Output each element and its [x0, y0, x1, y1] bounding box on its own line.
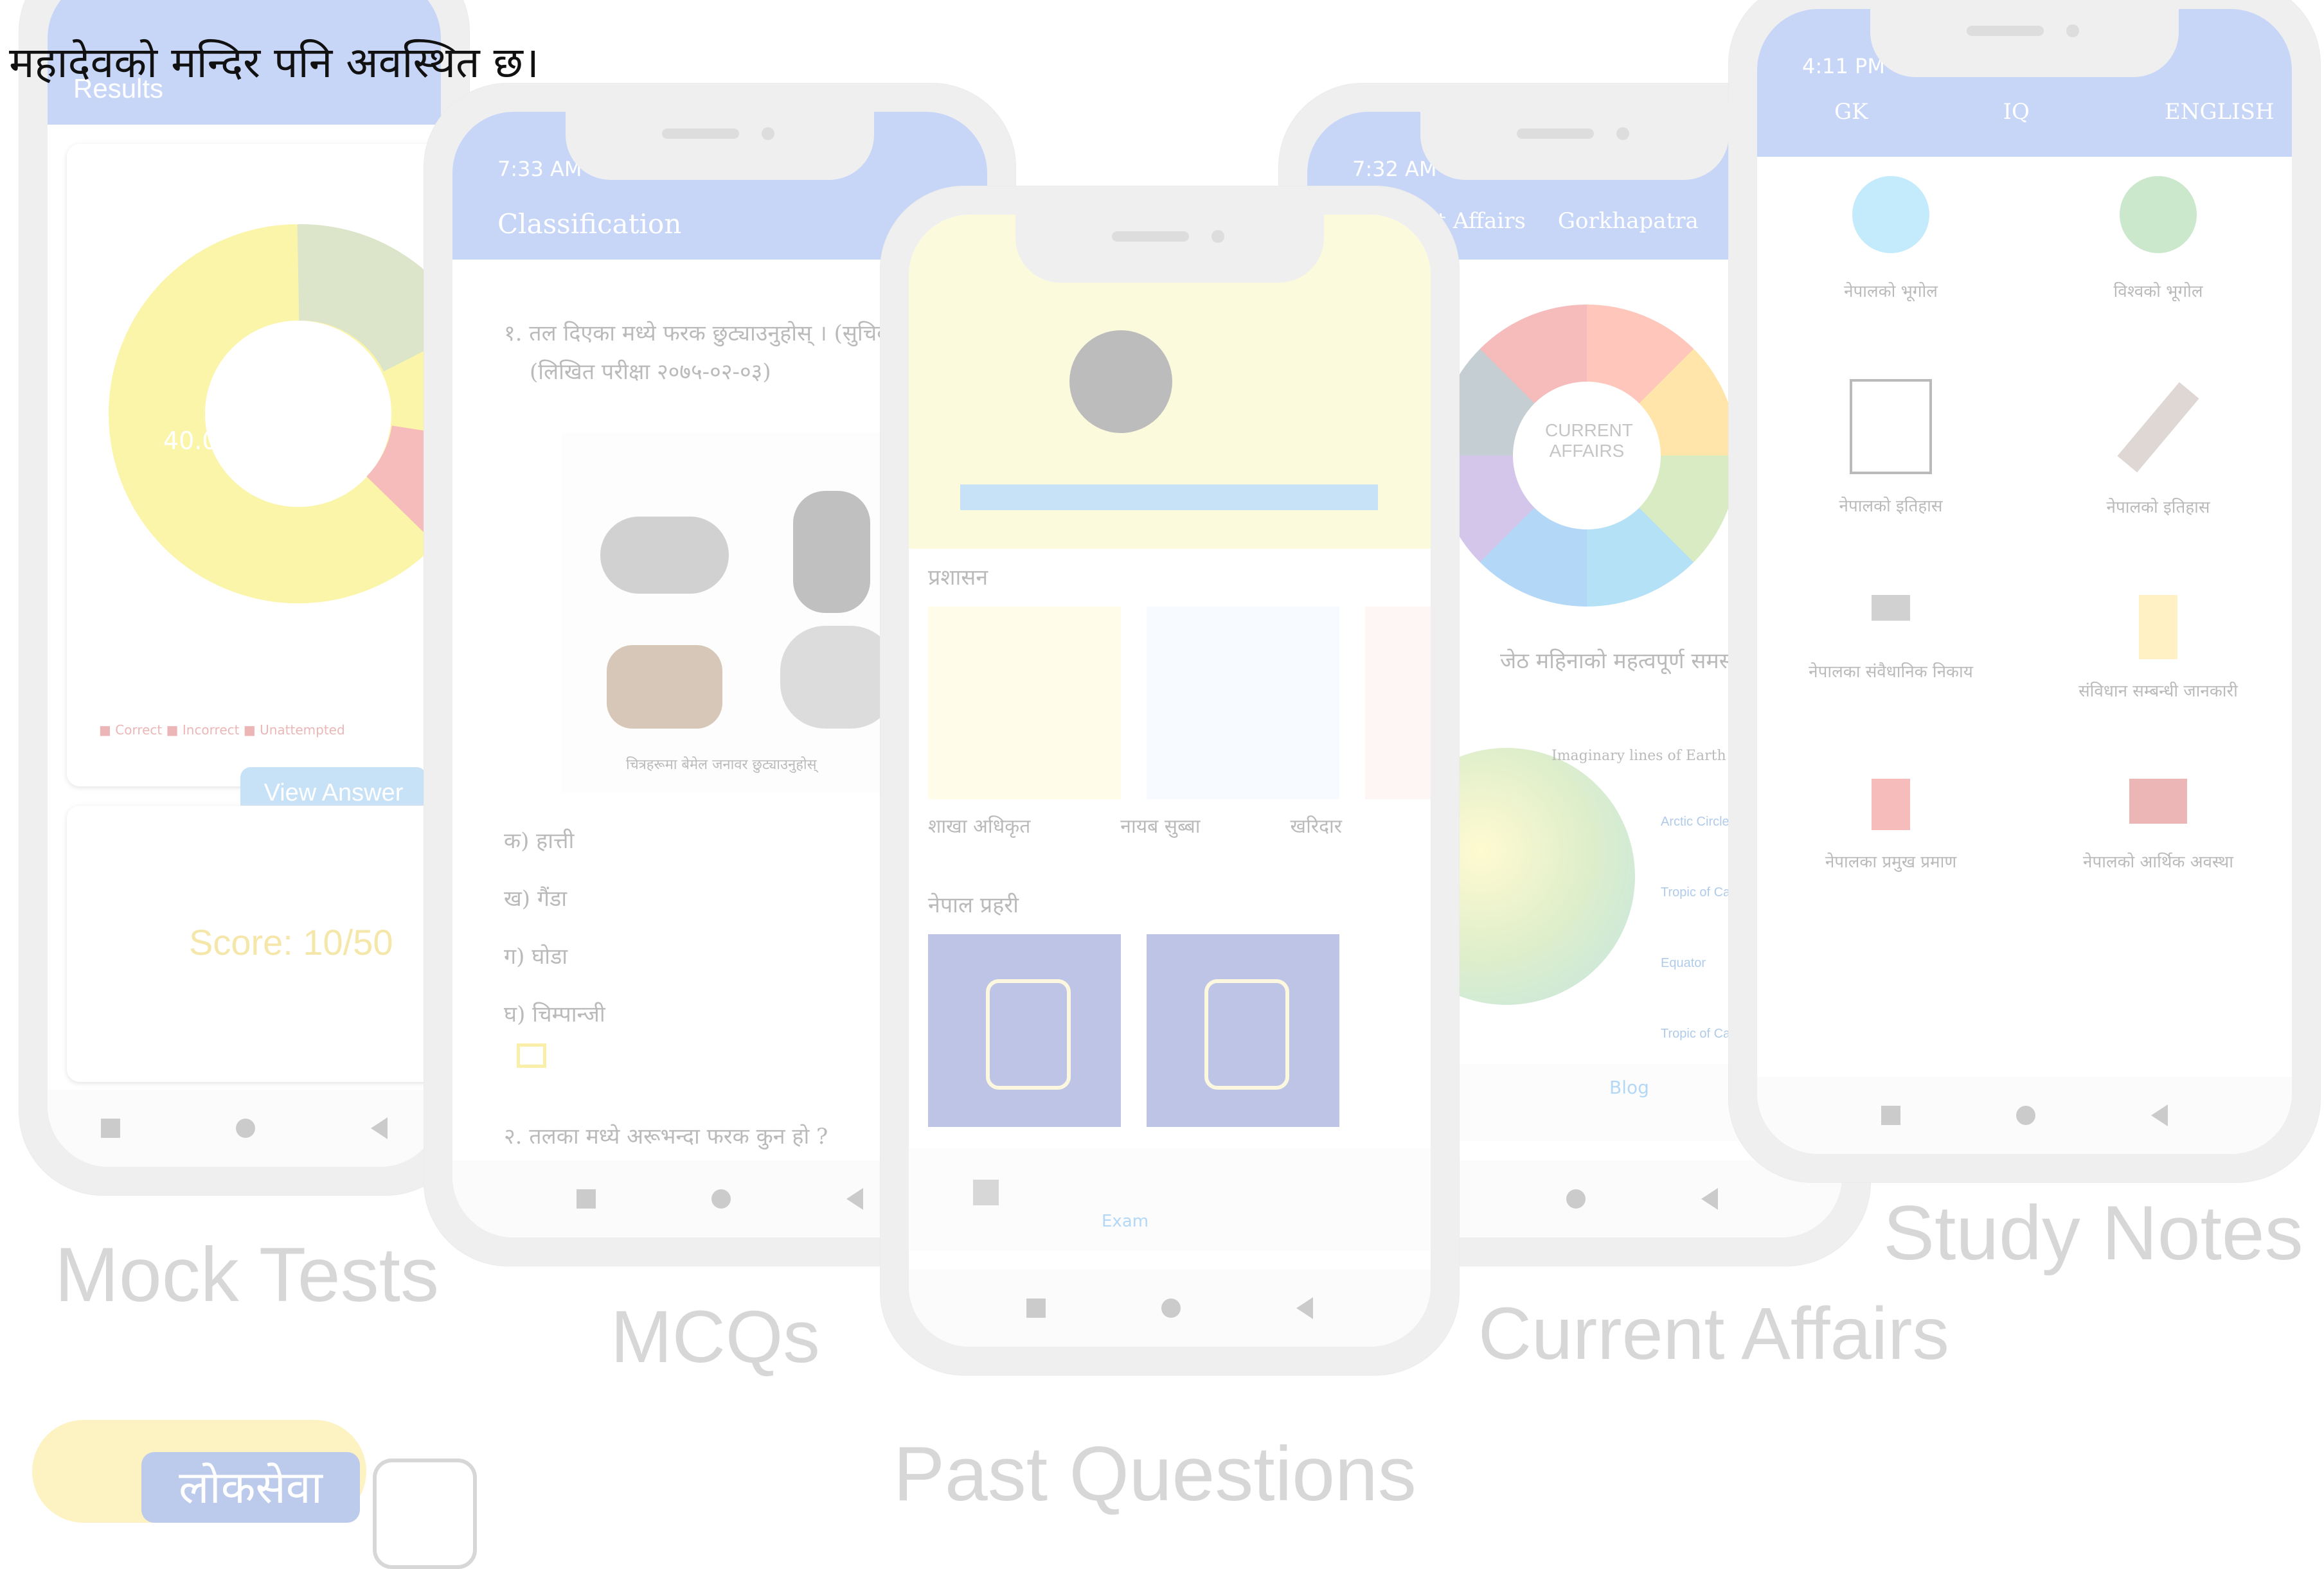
recent-apps-icon[interactable] [577, 1189, 596, 1209]
inspector-badge-icon [986, 979, 1071, 1090]
tab-gorkhapatra[interactable]: Gorkhapatra [1558, 208, 1699, 234]
android-nav-bar [1757, 1077, 2292, 1154]
tab-english[interactable]: ENGLISH [2165, 99, 2275, 125]
mock-tests-phone: Results 10 40.0 ■ Correct ■ Incorrect ■ … [19, 0, 469, 1195]
past-questions-screen: प्रशासन शाखा अधिकृत नायब सुब्बा खरिदार न… [909, 215, 1431, 1347]
score-card: Score: 10/50 [67, 806, 441, 1082]
section-administration: प्रशासन [928, 565, 988, 590]
ca-status-time: 7:32 AM [1352, 157, 1437, 181]
recent-apps-icon[interactable] [1026, 1299, 1046, 1318]
results-donut-chart [109, 224, 441, 603]
home-icon[interactable] [711, 1189, 731, 1209]
caption-past-questions: Past Questions [893, 1431, 1417, 1517]
card-kharidar[interactable] [1365, 607, 1431, 799]
card-section-officer[interactable] [928, 607, 1121, 799]
comment-icon[interactable] [517, 1043, 546, 1068]
mcq-option-c[interactable]: ग) घोडा [504, 928, 605, 986]
police-cards [928, 934, 1339, 1127]
results-card: 10 40.0 ■ Correct ■ Incorrect ■ Unattemp… [67, 144, 441, 786]
mcq-option-b[interactable]: ख) गैंडा [504, 870, 605, 928]
recent-apps-icon[interactable] [101, 1119, 120, 1138]
mcq-question-2: २. तलका मध्ये अरूभन्दा फरक कुन हो ? [504, 1124, 828, 1149]
khukuri-icon [2117, 382, 2199, 473]
building-icon [1872, 595, 1910, 621]
sn-tabs: GK IQ ENGLISH [1834, 99, 2275, 125]
tile-world-geography[interactable]: विश्वको भूगोल [2025, 176, 2292, 302]
mcq-option-d[interactable]: घ) चिम्पान्जी [504, 986, 605, 1043]
exam-tab-label[interactable]: Exam [1102, 1212, 1149, 1231]
study-notes-phone: 4:11 PM GK IQ ENGLISH नेपालको भूगोल विश्… [1729, 0, 2320, 1182]
donut-label-b: 40.0 [163, 427, 218, 455]
animal-image-caption: चित्रहरूमा बेमेल जनावर छुट्याउनुहोस् [626, 757, 817, 773]
caption-mock-tests: Mock Tests [55, 1232, 439, 1318]
elephant-icon [780, 626, 896, 729]
graduate-figure [1069, 330, 1172, 433]
past-questions-phone: प्रशासन शाखा अधिकृत नायब सुब्बा खरिदार न… [880, 186, 1459, 1375]
card-nayab-subba[interactable] [1147, 607, 1339, 799]
asi-badge-icon [1204, 979, 1289, 1090]
section-nepal-police: नेपाल प्रहरी [928, 892, 1019, 918]
back-icon[interactable] [846, 1188, 863, 1210]
mcq-title: Classification [497, 208, 682, 240]
recent-apps-icon[interactable] [1881, 1106, 1900, 1125]
score-text: Score: 10/50 [189, 922, 393, 962]
world-globe-icon [2120, 176, 2197, 253]
android-nav-bar [48, 1090, 441, 1167]
android-nav-bar [909, 1270, 1431, 1347]
home-icon[interactable] [236, 1119, 255, 1138]
bar-chart-icon [2129, 779, 2187, 824]
sn-tiles-grid: नेपालको भूगोल विश्वको भूगोल नेपालको इतिह… [1757, 176, 2292, 873]
mcq-options: क) हात्ती ख) गैंडा ग) घोडा घ) चिम्पान्जी [504, 812, 605, 1043]
desk-icon [960, 484, 1378, 510]
document-icon [2139, 595, 2177, 659]
chimpanzee-icon [793, 491, 870, 613]
mcq-question-1-source: (लिखित परीक्षा २०७५-०२-०३) [530, 359, 771, 385]
app-logo: लोकसेवा [32, 1420, 366, 1523]
caption-study-notes: Study Notes [1883, 1190, 2303, 1276]
ca-tab-blog[interactable]: Blog [1609, 1077, 1649, 1098]
current-affairs-graphic: CURRENT AFFAIRS [1436, 305, 1738, 607]
chart-legend: ■ Correct ■ Incorrect ■ Unattempted [99, 722, 345, 738]
mcq-option-a[interactable]: क) हात्ती [504, 812, 605, 870]
card-asi[interactable] [1147, 934, 1339, 1127]
home-icon[interactable] [1566, 1189, 1586, 1209]
home-icon[interactable] [2016, 1106, 2035, 1125]
back-icon[interactable] [2151, 1104, 2168, 1126]
nepal-flag-icon [1872, 779, 1910, 830]
sn-status-time: 4:11 PM [1802, 54, 1885, 78]
tile-economy[interactable]: नेपालको आर्थिक अवस्था [2025, 779, 2292, 873]
back-icon[interactable] [371, 1117, 388, 1139]
caption-current-affairs: Current Affairs [1478, 1293, 1949, 1375]
mcq-status-time: 7:33 AM [497, 157, 582, 181]
globe-icon [1852, 176, 1929, 253]
card-inspector[interactable] [928, 934, 1121, 1127]
temple-icon [1850, 379, 1932, 474]
tab-iq[interactable]: IQ [2003, 99, 2030, 125]
tile-nepal-history[interactable]: नेपालको इतिहास [1757, 379, 2025, 518]
ca-globe-label: Imaginary lines of Earth [1551, 748, 1726, 764]
tab-gk[interactable]: GK [1834, 99, 1868, 125]
rhino-icon [600, 517, 729, 594]
admin-cards [928, 607, 1431, 799]
back-icon[interactable] [1296, 1297, 1313, 1319]
home-icon[interactable] [1161, 1299, 1181, 1318]
ca-graphic-label: CURRENT AFFAIRS [1545, 420, 1633, 461]
caption-mcqs: MCQs [611, 1296, 820, 1378]
mock-tests-screen: Results 10 40.0 ■ Correct ■ Incorrect ■ … [48, 0, 441, 1167]
headline-text: महादेवको मन्दिर पनि अवस्थित छ। [9, 38, 539, 87]
home-tab-icon[interactable] [973, 1180, 999, 1205]
app-logo-text: लोकसेवा [141, 1452, 360, 1523]
study-notes-screen: 4:11 PM GK IQ ENGLISH नेपालको भूगोल विश्… [1757, 9, 2292, 1154]
horse-icon [607, 645, 722, 729]
back-icon[interactable] [1701, 1188, 1718, 1210]
tile-constitution-info[interactable]: संविधान सम्बन्धी जानकारी [2025, 595, 2292, 702]
tile-nepal-history-2[interactable]: नेपालको इतिहास [2025, 379, 2292, 518]
tile-nepal-symbols[interactable]: नेपालका प्रमुख प्रमाण [1757, 779, 2025, 873]
logo-phone-icon [373, 1458, 477, 1569]
admin-card-labels: शाखा अधिकृत नायब सुब्बा खरिदार [928, 815, 1343, 838]
bottom-tab-bar: Exam [909, 1148, 1431, 1250]
tile-nepal-geography[interactable]: नेपालको भूगोल [1757, 176, 2025, 302]
tile-constitutional-bodies[interactable]: नेपालका संवैधानिक निकाय [1757, 595, 2025, 702]
